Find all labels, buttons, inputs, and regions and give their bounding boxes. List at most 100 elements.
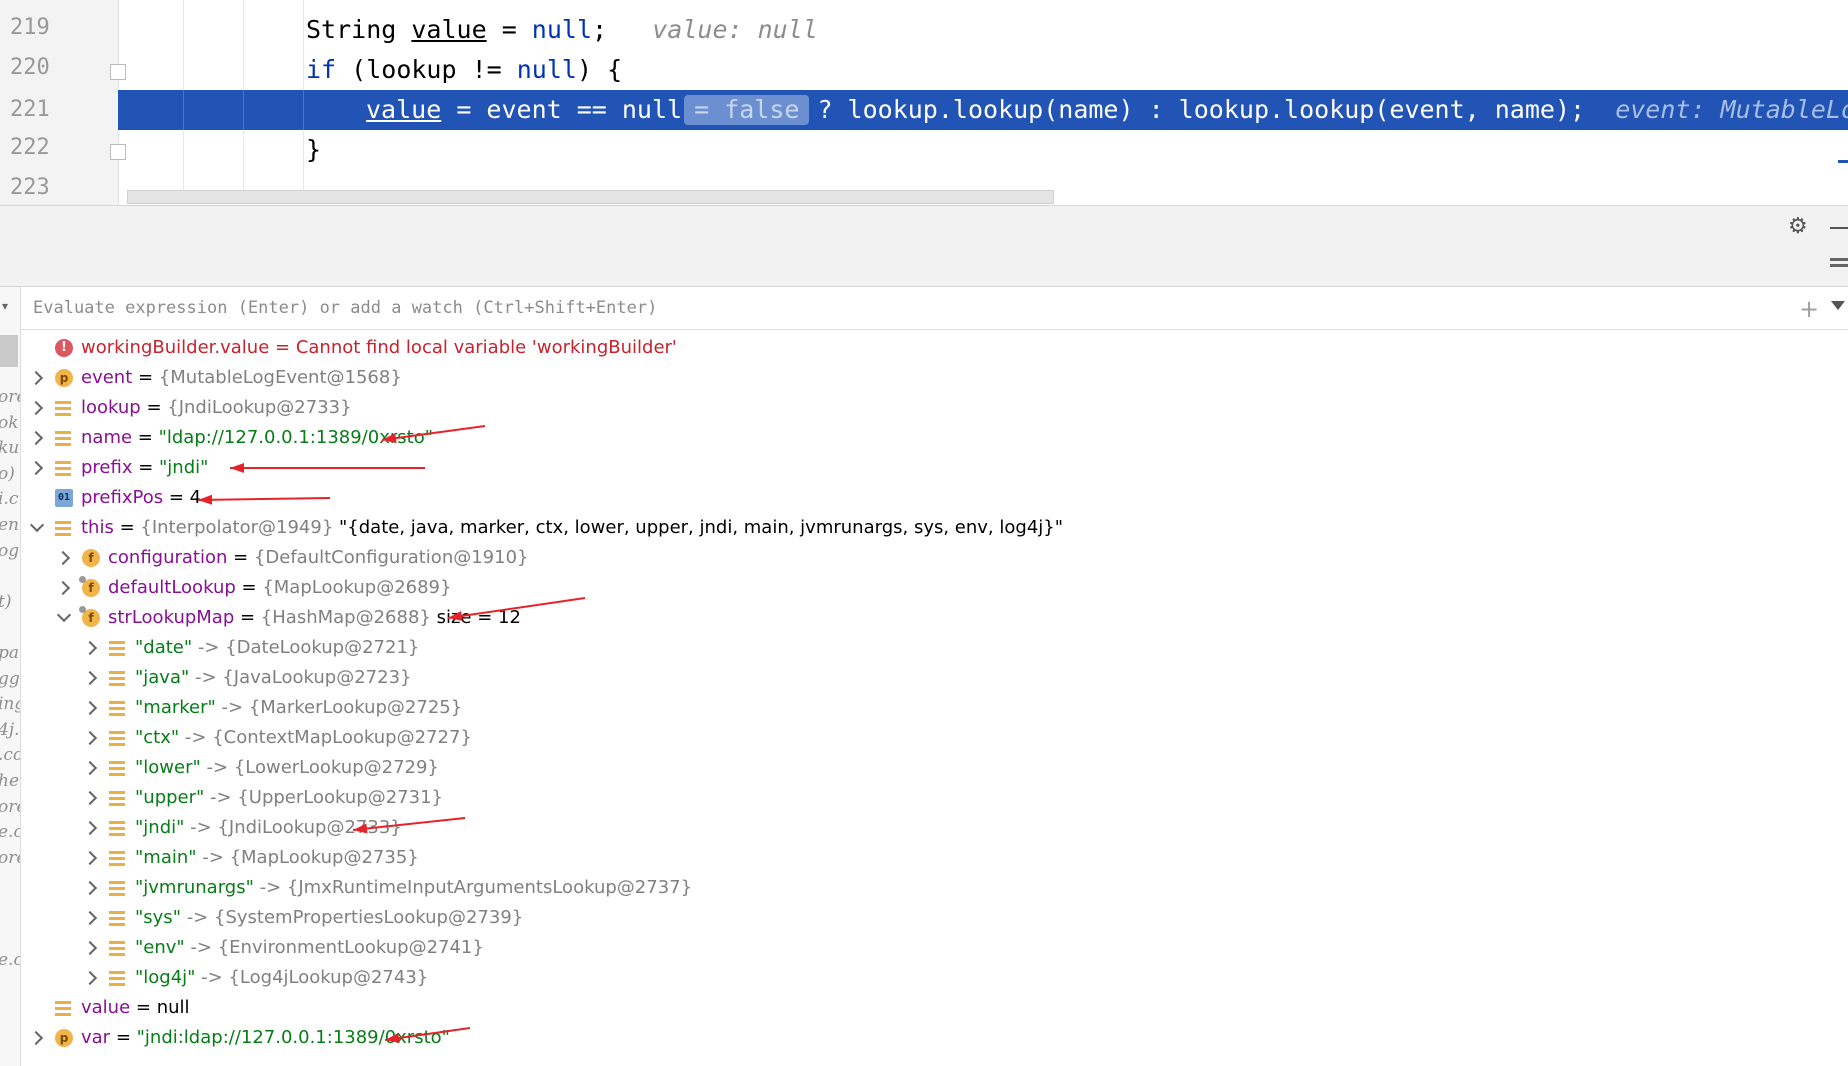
operator-text: -> <box>196 847 230 868</box>
variable-row[interactable]: this = {Interpolator@1949} "{date, java,… <box>21 513 1848 543</box>
variable-value: {HashMap@2688} <box>260 607 431 628</box>
expand-arrow-icon[interactable] <box>85 903 97 933</box>
variable-value: {EnvironmentLookup@2741} <box>217 937 484 958</box>
expand-arrow-icon[interactable] <box>85 843 97 873</box>
variable-extra: "{date, java, marker, ctx, lower, upper,… <box>333 517 1063 538</box>
variable-value: {UpperLookup@2731} <box>237 787 443 808</box>
variable-text: "jndi" -> {JndiLookup@2733} <box>135 813 402 843</box>
variable-row[interactable]: f strLookupMap = {HashMap@2688} size = 12 <box>21 603 1848 633</box>
map-entry-row[interactable]: "java" -> {JavaLookup@2723} <box>21 663 1848 693</box>
map-entry-row[interactable]: "env" -> {EnvironmentLookup@2741} <box>21 933 1848 963</box>
variable-icon <box>109 759 125 777</box>
expand-arrow-icon[interactable] <box>85 633 97 663</box>
fold-marker-icon[interactable] <box>110 144 126 160</box>
variable-row[interactable]: lookup = {JndiLookup@2733} <box>21 393 1848 423</box>
expand-arrow-icon[interactable] <box>85 663 97 693</box>
parameter-icon: p <box>55 369 73 387</box>
operator-text: -> <box>195 967 229 988</box>
expand-arrow-icon[interactable] <box>31 423 43 453</box>
expand-arrow-icon[interactable] <box>85 873 97 903</box>
operator-text: -> <box>200 757 234 778</box>
primitive-icon: 01 <box>55 489 73 507</box>
variable-row[interactable]: name = "ldap://127.0.0.1:1389/0xrsto" <box>21 423 1848 453</box>
variable-row[interactable]: f defaultLookup = {MapLookup@2689} <box>21 573 1848 603</box>
variable-icon <box>55 399 71 417</box>
code-line-220[interactable]: 220 if (lookup != null) { <box>0 50 1848 90</box>
expand-arrow-icon[interactable] <box>85 933 97 963</box>
add-watch-icon[interactable]: + <box>1799 295 1819 323</box>
map-entry-row[interactable]: "lower" -> {LowerLookup@2729} <box>21 753 1848 783</box>
variable-icon <box>109 849 125 867</box>
operator-text: -> <box>192 637 226 658</box>
fold-marker-icon[interactable] <box>110 64 126 80</box>
frame-text-fragment: e.c <box>0 950 20 971</box>
variable-text: "env" -> {EnvironmentLookup@2741} <box>135 933 484 963</box>
frame-text-fragment: en <box>0 515 20 535</box>
variable-row[interactable]: p event = {MutableLogEvent@1568} <box>21 363 1848 393</box>
operator-text: = <box>234 607 261 628</box>
expand-arrow-icon[interactable] <box>85 753 97 783</box>
expand-arrow-icon[interactable] <box>85 963 97 993</box>
chevron-down-icon[interactable] <box>1831 301 1845 310</box>
variable-icon <box>55 519 71 537</box>
code-text: } <box>306 135 322 164</box>
variable-row[interactable]: 01 prefixPos = 4 <box>21 483 1848 513</box>
expand-arrow-icon[interactable] <box>31 393 43 423</box>
expand-arrow-icon[interactable] <box>85 783 97 813</box>
variable-row[interactable]: p var = "jndi:ldap://127.0.0.1:1389/0xrst… <box>21 1023 1848 1053</box>
map-entry-row[interactable]: "jndi" -> {JndiLookup@2733} <box>21 813 1848 843</box>
map-entry-row[interactable]: "jvmrunargs" -> {JmxRuntimeInputArgument… <box>21 873 1848 903</box>
variable-value: {JavaLookup@2723} <box>222 667 412 688</box>
expand-arrow-icon[interactable] <box>31 1023 43 1053</box>
code-line-221-current[interactable]: 221 value = event == null = false? lookup… <box>0 90 1848 130</box>
map-entry-row[interactable]: "upper" -> {UpperLookup@2731} <box>21 783 1848 813</box>
horizontal-scrollbar[interactable] <box>127 190 1054 204</box>
code-line-222[interactable]: 222 } <box>0 130 1848 170</box>
variable-row[interactable]: f configuration = {DefaultConfiguration@1… <box>21 543 1848 573</box>
variable-row[interactable]: value = null <box>21 993 1848 1023</box>
map-entry-row[interactable]: "marker" -> {MarkerLookup@2725} <box>21 693 1848 723</box>
expand-arrow-icon[interactable] <box>31 363 43 393</box>
operator-text: -> <box>180 907 214 928</box>
variable-icon <box>109 789 125 807</box>
map-entry-row[interactable]: "ctx" -> {ContextMapLookup@2727} <box>21 723 1848 753</box>
variable-icon <box>109 639 125 657</box>
layout-icon[interactable] <box>1830 258 1848 274</box>
expand-arrow-icon[interactable] <box>58 543 70 573</box>
map-entry-row[interactable]: "log4j" -> {Log4jLookup@2743} <box>21 963 1848 993</box>
variable-row[interactable]: prefix = "jndi" <box>21 453 1848 483</box>
variable-text: "log4j" -> {Log4jLookup@2743} <box>135 963 428 993</box>
variable-name: value <box>81 997 131 1018</box>
operator-text: = <box>130 997 157 1018</box>
variable-text: "ctx" -> {ContextMapLookup@2727} <box>135 723 472 753</box>
evaluate-bar: + <box>21 287 1848 330</box>
debug-toolbar: ⚙ <box>0 205 1848 247</box>
gear-icon[interactable]: ⚙ <box>1788 214 1808 239</box>
collapse-arrow-icon[interactable] <box>31 513 43 543</box>
map-entry-row[interactable]: "main" -> {MapLookup@2735} <box>21 843 1848 873</box>
evaluate-expression-input[interactable] <box>33 287 1783 329</box>
expand-arrow-icon[interactable] <box>85 693 97 723</box>
frame-text-fragment: .co <box>0 745 20 766</box>
variable-row[interactable]: ! workingBuilder.value = Cannot find loca… <box>21 333 1848 363</box>
code-line-219[interactable]: 219 String value = null; value: null <box>0 10 1848 50</box>
variable-icon <box>109 729 125 747</box>
frames-scrollbar-thumb[interactable] <box>0 335 18 367</box>
code-editor[interactable]: 219 String value = null; value: null 220… <box>0 0 1848 205</box>
frame-text-fragment: 4j. <box>0 719 20 740</box>
collapse-arrow-icon[interactable] <box>58 603 70 633</box>
expand-arrow-icon[interactable] <box>58 573 70 603</box>
variable-value: {JmxRuntimeInputArgumentsLookup@2737} <box>286 877 693 898</box>
minimize-icon[interactable] <box>1830 227 1848 229</box>
inline-value-hint: event: MutableLog <box>1615 95 1848 124</box>
expand-arrow-icon[interactable] <box>31 453 43 483</box>
expand-arrow-icon[interactable] <box>85 723 97 753</box>
operator-text: -> <box>215 697 249 718</box>
map-entry-row[interactable]: "sys" -> {SystemPropertiesLookup@2739} <box>21 903 1848 933</box>
expand-arrow-icon[interactable] <box>85 813 97 843</box>
operator-text: = <box>132 367 159 388</box>
frame-text-fragment: he. <box>0 771 20 791</box>
operator-text: = <box>132 457 160 478</box>
map-entry-row[interactable]: "date" -> {DateLookup@2721} <box>21 633 1848 663</box>
operator-text: = <box>132 427 159 448</box>
